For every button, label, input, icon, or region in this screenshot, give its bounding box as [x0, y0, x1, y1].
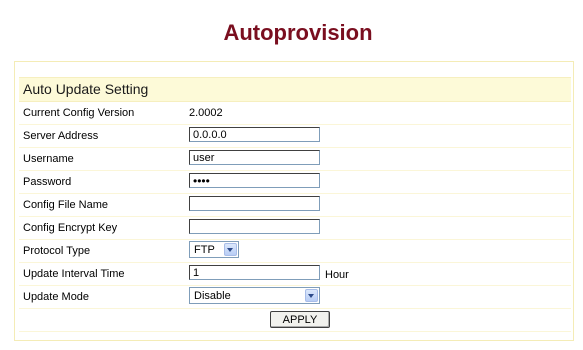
- protocol-type-select[interactable]: FTP: [189, 241, 239, 258]
- current-config-version-label: Current Config Version: [23, 107, 135, 119]
- update-mode-selected: Disable: [194, 290, 231, 302]
- row-apply: APPLY: [19, 309, 571, 332]
- update-mode-label: Update Mode: [23, 291, 90, 303]
- chevron-down-icon[interactable]: [224, 243, 237, 256]
- section-header: Auto Update Setting: [19, 77, 571, 102]
- current-config-version-value: 2.0002: [189, 107, 223, 119]
- password-input[interactable]: ••••: [189, 173, 320, 188]
- config-file-name-label: Config File Name: [23, 199, 108, 211]
- username-label: Username: [23, 153, 74, 165]
- protocol-type-selected: FTP: [194, 244, 215, 256]
- row-update-mode: Update Mode Disable: [19, 286, 571, 309]
- row-password: Password ••••: [19, 171, 571, 194]
- row-current-config-version: Current Config Version 2.0002: [19, 102, 571, 125]
- config-encrypt-key-input[interactable]: [189, 219, 320, 234]
- row-protocol-type: Protocol Type FTP: [19, 240, 571, 263]
- page-title: Autoprovision: [223, 20, 373, 45]
- update-mode-select[interactable]: Disable: [189, 287, 320, 304]
- chevron-down-icon[interactable]: [305, 289, 318, 302]
- row-config-encrypt-key: Config Encrypt Key: [19, 217, 571, 240]
- server-address-label: Server Address: [23, 130, 99, 142]
- password-label: Password: [23, 176, 72, 188]
- config-file-name-input[interactable]: [189, 196, 320, 211]
- row-server-address: Server Address 0.0.0.0: [19, 125, 571, 148]
- row-config-file-name: Config File Name: [19, 194, 571, 217]
- settings-panel: Auto Update Setting Current Config Versi…: [14, 61, 574, 341]
- update-interval-time-input[interactable]: 1: [189, 265, 320, 280]
- row-update-interval-time: Update Interval Time 1 Hour: [19, 263, 571, 286]
- server-address-input[interactable]: 0.0.0.0: [189, 127, 320, 142]
- apply-button[interactable]: APPLY: [270, 311, 330, 328]
- update-interval-unit: Hour: [325, 269, 349, 281]
- config-encrypt-key-label: Config Encrypt Key: [23, 222, 118, 234]
- username-input[interactable]: user: [189, 150, 320, 165]
- row-username: Username user: [19, 148, 571, 171]
- section-title: Auto Update Setting: [23, 81, 149, 97]
- update-interval-time-label: Update Interval Time: [23, 268, 125, 280]
- protocol-type-label: Protocol Type: [23, 245, 91, 257]
